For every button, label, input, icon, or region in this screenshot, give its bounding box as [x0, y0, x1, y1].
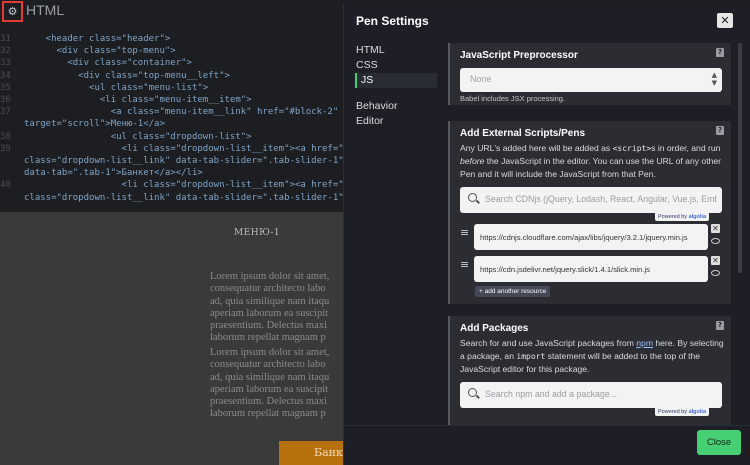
- cdnjs-search-input[interactable]: Search CDNjs (jQuery, Lodash, React, Ang…: [460, 187, 722, 213]
- code-line: 31 <header class="header">: [0, 33, 345, 45]
- nav-item-js[interactable]: JS: [355, 73, 437, 88]
- external-script-row: ≡ https://cdn.jsdelivr.net/jquery.slick/…: [460, 256, 722, 282]
- code-line: 36 <li class="menu-item__item">: [0, 94, 345, 106]
- nav-item-css[interactable]: CSS: [355, 58, 437, 73]
- code-area[interactable]: 31 <header class="header"> 32 <div class=…: [0, 33, 371, 204]
- gear-icon: ⚙: [7, 5, 18, 18]
- nav-item-editor[interactable]: Editor: [355, 114, 437, 129]
- external-script-row: ≡ https://cdnjs.cloudflare.com/ajax/libs…: [460, 224, 722, 250]
- line-number: 35: [0, 82, 11, 93]
- preprocessor-select[interactable]: None ▲ ▼: [460, 68, 722, 92]
- code-text: <ul class="dropdown-list">: [24, 131, 252, 142]
- help-icon[interactable]: ?: [716, 126, 724, 135]
- code-line: 33 <div class="container">: [0, 57, 345, 69]
- modal-title: Pen Settings: [356, 14, 429, 28]
- code-text: target="scroll">Меню-1</a>: [24, 119, 165, 130]
- preview-menu-title: МЕНЮ-1: [234, 228, 281, 238]
- code-line: class="dropdown-list__link" data-tab-sli…: [0, 192, 345, 204]
- code-text: <div class="container">: [24, 58, 192, 69]
- nav-item-html[interactable]: HTML: [355, 43, 437, 58]
- script-url-field[interactable]: https://cdnjs.cloudflare.com/ajax/libs/j…: [474, 224, 708, 250]
- drag-handle-icon[interactable]: ≡: [460, 227, 470, 238]
- packages-description: Search for and use JavaScript packages f…: [460, 338, 724, 374]
- script-url-field[interactable]: https://cdn.jsdelivr.net/jquery.slick/1.…: [474, 256, 708, 282]
- code-text: <div class="top-menu">: [24, 46, 176, 57]
- line-number: 36: [0, 95, 11, 106]
- search-placeholder: Search npm and add a package...: [485, 389, 618, 399]
- code-line: 40 <li class="dropdown-list__item"><a hr…: [0, 179, 355, 191]
- line-number: 39: [0, 143, 11, 154]
- line-number: 33: [0, 58, 11, 69]
- code-line: 34 <div class="top-menu__left">: [0, 70, 345, 82]
- code-text: <a class="menu-item__link" href="#block-…: [24, 107, 371, 118]
- nav-divider: [355, 88, 437, 99]
- npm-link[interactable]: npm: [636, 338, 653, 348]
- close-icon[interactable]: ✕: [717, 13, 733, 28]
- code-line: 35 <ul class="menu-list">: [0, 82, 345, 94]
- code-line: 38 <ul class="dropdown-list">: [0, 131, 345, 143]
- help-icon[interactable]: ?: [716, 48, 724, 57]
- settings-nav: HTML CSS JS Behavior Editor: [355, 43, 437, 129]
- code-text: <div class="top-menu__left">: [24, 70, 230, 81]
- preview-paragraph: Lorem ipsum dolor sit amet, consequatur …: [210, 347, 330, 420]
- code-text: class="dropdown-list__link" data-tab-sli…: [24, 192, 344, 203]
- drag-handle-icon[interactable]: ≡: [460, 259, 470, 270]
- settings-content: JavaScript Preprocessor ? None ▲ ▼ Babel …: [448, 43, 731, 438]
- external-description: Any URL's added here will be added as <s…: [460, 143, 722, 179]
- packages-panel: Add Packages ? Search for and use JavaSc…: [448, 316, 731, 438]
- code-line: class="dropdown-list__link" data-tab-sli…: [0, 155, 345, 167]
- remove-icon[interactable]: ✕: [711, 256, 720, 265]
- code-line: data-tab=".tab-1">Банкет</a></li>: [0, 167, 345, 179]
- code-text: class="dropdown-list__link" data-tab-sli…: [24, 156, 344, 167]
- editor-settings-button[interactable]: ⚙: [2, 1, 23, 22]
- line-number: 34: [0, 70, 11, 81]
- eye-icon[interactable]: [711, 270, 720, 276]
- npm-search-input[interactable]: Search npm and add a package...: [460, 382, 722, 408]
- code-line: target="scroll">Меню-1</a>: [0, 118, 345, 130]
- algolia-badge: Powered by algolia: [655, 408, 709, 416]
- line-number: 32: [0, 46, 11, 57]
- algolia-badge: Powered by algolia: [655, 213, 709, 221]
- line-number: 40: [0, 180, 11, 191]
- js-preprocessor-panel: JavaScript Preprocessor ? None ▲ ▼ Babel …: [448, 43, 731, 105]
- search-icon: [468, 193, 477, 202]
- code-text: <header class="header">: [24, 34, 171, 44]
- panel-title: JavaScript Preprocessor: [460, 50, 578, 61]
- pen-settings-modal: Pen Settings ✕ HTML CSS JS Behavior Editor J…: [343, 3, 750, 465]
- code-text: <ul class="menu-list">: [24, 82, 209, 93]
- babel-note: Babel includes JSX processing.: [460, 94, 566, 103]
- nav-item-behavior[interactable]: Behavior: [355, 99, 437, 114]
- eye-icon[interactable]: [711, 238, 720, 244]
- remove-icon[interactable]: ✕: [711, 224, 720, 233]
- add-resource-button[interactable]: + add another resource: [475, 286, 551, 297]
- code-line: 32 <div class="top-menu">: [0, 45, 345, 57]
- search-icon: [468, 388, 477, 397]
- modal-footer: [344, 425, 750, 465]
- close-button[interactable]: Close: [697, 430, 741, 455]
- line-number: 37: [0, 107, 11, 118]
- external-scripts-panel: Add External Scripts/Pens ? Any URL's ad…: [448, 121, 731, 304]
- code-text: data-tab=".tab-1">Банкет</a></li>: [24, 168, 203, 179]
- help-icon[interactable]: ?: [716, 321, 724, 330]
- search-placeholder: Search CDNjs (jQuery, Lodash, React, Ang…: [485, 194, 717, 204]
- code-text: <li class="dropdown-list__item"><a href=…: [24, 143, 355, 154]
- code-line: 39 <li class="dropdown-list__item"><a hr…: [0, 143, 355, 155]
- line-number: 31: [0, 34, 11, 44]
- code-text: <li class="menu-item__item">: [24, 95, 252, 106]
- panel-title: Add Packages: [460, 323, 529, 334]
- chevron-updown-icon: ▲ ▼: [711, 71, 717, 87]
- editor-title: HTML: [26, 2, 65, 18]
- panel-title: Add External Scripts/Pens: [460, 128, 586, 139]
- code-text: <li class="dropdown-list__item"><a href=…: [24, 180, 355, 191]
- select-value: None: [470, 74, 492, 84]
- preview-paragraph: Lorem ipsum dolor sit amet, consequatur …: [210, 271, 330, 344]
- scrollbar[interactable]: [738, 43, 742, 273]
- code-line: 37 <a class="menu-item__link" href="#blo…: [0, 106, 371, 118]
- preview-banquet-button[interactable]: Банк: [279, 441, 345, 465]
- line-number: 38: [0, 131, 11, 142]
